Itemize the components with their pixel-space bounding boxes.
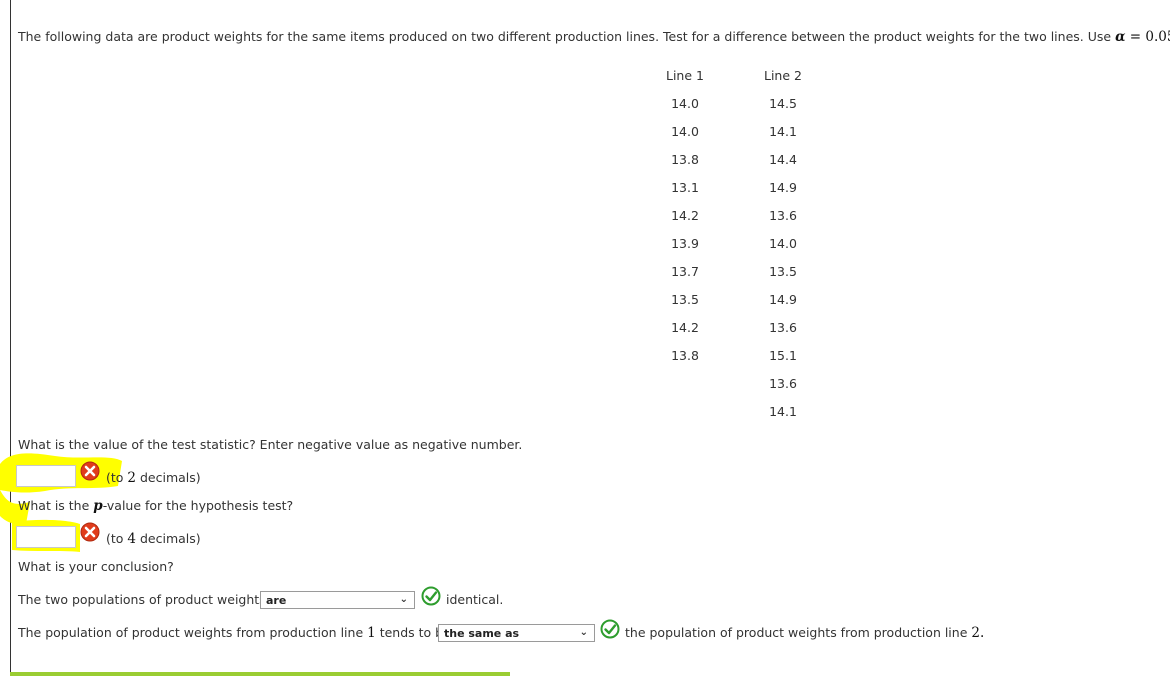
line2-value: 13.6 — [769, 320, 797, 335]
alpha-expression: α = 0.05. — [1115, 29, 1170, 45]
p-value-input[interactable] — [16, 526, 76, 548]
conclusion-line1-pre: The two populations of product weights — [18, 592, 266, 607]
line2-value: 14.5 — [769, 96, 797, 111]
q2-hint-post: decimals) — [136, 531, 201, 546]
line1-value: 13.5 — [671, 292, 699, 307]
q2-prompt: What is the p-value for the hypothesis t… — [18, 498, 293, 514]
conclusion-line2-post: the population of product weights from p… — [625, 625, 984, 641]
incorrect-x-icon — [80, 522, 100, 542]
q1-hint-post: decimals) — [136, 470, 201, 485]
line2-value: 14.0 — [769, 236, 797, 251]
left-border-line — [10, 0, 11, 676]
line-number-2-value: 2 — [971, 625, 980, 641]
comparison-select-value: the same as — [444, 627, 520, 640]
q3-prompt: What is your conclusion? — [18, 559, 174, 574]
line2-value: 14.9 — [769, 180, 797, 195]
q2-prompt-pre: What is the — [18, 498, 94, 513]
line1-value: 13.7 — [671, 264, 699, 279]
line1-value: 14.0 — [671, 96, 699, 111]
line1-value: 14.2 — [671, 320, 699, 335]
incorrect-x-icon — [80, 461, 100, 481]
line2-value: 15.1 — [769, 348, 797, 363]
line2-value: 13.5 — [769, 264, 797, 279]
line2-value: 14.4 — [769, 152, 797, 167]
q1-prompt: What is the value of the test statistic?… — [18, 437, 523, 452]
q2-prompt-post: -value for the hypothesis test? — [102, 498, 294, 513]
correct-check-icon — [421, 586, 441, 606]
question-intro: The following data are product weights f… — [18, 29, 1170, 45]
line1-value: 13.9 — [671, 236, 699, 251]
line1-value: 14.0 — [671, 124, 699, 139]
line2-end: . — [979, 625, 985, 641]
question-intro-text: The following data are product weights f… — [18, 29, 1112, 44]
chevron-down-icon: ⌄ — [579, 627, 588, 638]
conclusion-line2-post-text: the population of product weights from p… — [625, 625, 968, 640]
line1-value: 14.2 — [671, 208, 699, 223]
line2-value: 14.1 — [769, 404, 797, 419]
q2-hint-num: 4 — [127, 531, 136, 547]
q1-hint-pre: (to — [106, 470, 128, 485]
line2-value: 14.1 — [769, 124, 797, 139]
q2-hint-pre: (to — [106, 531, 128, 546]
identical-select[interactable]: are ⌄ — [260, 591, 415, 609]
line-number-2: 2. — [971, 625, 984, 641]
conclusion-line2-pre: The population of product weights from p… — [18, 625, 451, 641]
test-statistic-input[interactable] — [16, 465, 76, 487]
conclusion-line2-text: The population of product weights from p… — [18, 625, 364, 640]
table-header-line2: Line 2 — [764, 68, 802, 83]
line1-value: 13.8 — [671, 152, 699, 167]
line-number-1: 1 — [367, 625, 376, 641]
q2-p-symbol: p — [93, 498, 103, 514]
line1-value: 13.1 — [671, 180, 699, 195]
conclusion-line1-post: identical. — [446, 592, 504, 607]
line2-value: 14.9 — [769, 292, 797, 307]
q2-decimals-hint: (to 4 decimals) — [106, 531, 201, 547]
line2-value: 13.6 — [769, 376, 797, 391]
table-header-line1: Line 1 — [666, 68, 704, 83]
comparison-select[interactable]: the same as ⌄ — [438, 624, 595, 642]
q1-hint-num: 2 — [127, 470, 136, 486]
line1-value: 13.8 — [671, 348, 699, 363]
alpha-symbol: α — [1115, 29, 1126, 45]
correct-check-icon — [600, 619, 620, 639]
chevron-down-icon: ⌄ — [399, 594, 408, 605]
bottom-accent-bar — [10, 672, 510, 676]
q1-decimals-hint: (to 2 decimals) — [106, 470, 201, 486]
alpha-value: = 0.05 — [1129, 29, 1170, 45]
identical-select-value: are — [266, 594, 287, 607]
line2-value: 13.6 — [769, 208, 797, 223]
